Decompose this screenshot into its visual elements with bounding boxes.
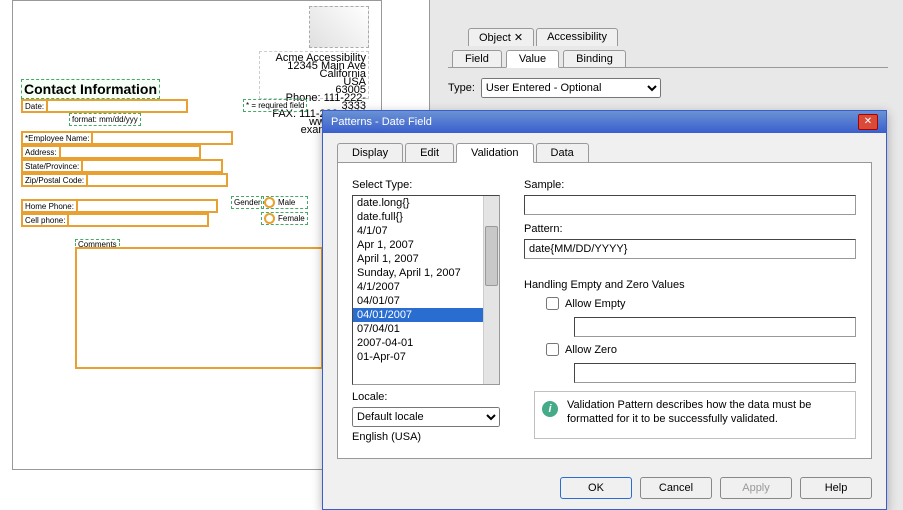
state-label: State/Province: bbox=[21, 159, 83, 173]
dialog-title: Patterns - Date Field bbox=[331, 116, 432, 128]
sample-input[interactable] bbox=[524, 195, 856, 215]
close-icon[interactable]: ✕ bbox=[514, 32, 523, 44]
type-item[interactable]: Sunday, April 1, 2007 bbox=[353, 266, 499, 280]
ok-button[interactable]: OK bbox=[560, 477, 632, 499]
allow-zero-label: Allow Zero bbox=[565, 344, 617, 356]
sample-label: Sample: bbox=[524, 179, 564, 191]
scrollbar-thumb[interactable] bbox=[485, 226, 498, 286]
allow-zero-checkbox[interactable] bbox=[546, 343, 559, 356]
subtab-binding[interactable]: Binding bbox=[563, 50, 626, 67]
tab-display[interactable]: Display bbox=[337, 143, 403, 162]
allow-empty-checkbox[interactable] bbox=[546, 297, 559, 310]
type-item[interactable]: 07/04/01 bbox=[353, 322, 499, 336]
type-item[interactable]: 04/01/2007 bbox=[353, 308, 499, 322]
locale-select[interactable]: Default locale bbox=[352, 407, 500, 427]
homephone-field[interactable] bbox=[78, 199, 218, 213]
contact-heading: Contact Information bbox=[21, 79, 160, 99]
type-select[interactable]: User Entered - Optional bbox=[481, 78, 661, 98]
type-item[interactable]: Apr 1, 2007 bbox=[353, 238, 499, 252]
address-field[interactable] bbox=[61, 145, 201, 159]
pattern-label: Pattern: bbox=[524, 223, 563, 235]
company-info: Acme Accessibility 12345 Main Ave Califo… bbox=[259, 51, 369, 99]
emp-field[interactable] bbox=[93, 131, 233, 145]
locale-resolved: English (USA) bbox=[352, 431, 421, 443]
type-item[interactable]: date.full{} bbox=[353, 210, 499, 224]
tab-accessibility[interactable]: Accessibility bbox=[536, 28, 618, 46]
logo-placeholder bbox=[309, 6, 369, 48]
zip-field[interactable] bbox=[88, 173, 228, 187]
gender-male[interactable]: Male bbox=[261, 196, 308, 209]
pattern-input[interactable] bbox=[524, 239, 856, 259]
type-item[interactable]: 04/01/07 bbox=[353, 294, 499, 308]
cellphone-label: Cell phone: bbox=[21, 213, 69, 227]
date-field[interactable] bbox=[48, 99, 188, 113]
dialog-close-button[interactable]: ✕ bbox=[858, 114, 878, 130]
cellphone-field[interactable] bbox=[69, 213, 209, 227]
type-item[interactable]: date.long{} bbox=[353, 196, 499, 210]
zip-label: Zip/Postal Code: bbox=[21, 173, 88, 187]
allow-zero-input[interactable] bbox=[574, 363, 856, 383]
gender-female[interactable]: Female bbox=[261, 212, 308, 225]
cancel-button[interactable]: Cancel bbox=[640, 477, 712, 499]
select-type-label: Select Type: bbox=[352, 179, 412, 191]
emp-label: *Employee Name: bbox=[21, 131, 93, 145]
type-item[interactable]: April 1, 2007 bbox=[353, 252, 499, 266]
patterns-dialog: Patterns - Date Field ✕ Display Edit Val… bbox=[322, 110, 887, 510]
type-listbox[interactable]: date.long{}date.full{}4/1/07Apr 1, 2007A… bbox=[352, 195, 500, 385]
tab-validation[interactable]: Validation bbox=[456, 143, 534, 163]
tab-data[interactable]: Data bbox=[536, 143, 589, 162]
listbox-scrollbar[interactable] bbox=[483, 196, 499, 384]
apply-button[interactable]: Apply bbox=[720, 477, 792, 499]
tab-edit[interactable]: Edit bbox=[405, 143, 454, 162]
homephone-label: Home Phone: bbox=[21, 199, 78, 213]
help-button[interactable]: Help bbox=[800, 477, 872, 499]
locale-label: Locale: bbox=[352, 391, 387, 403]
type-item[interactable]: 01-Apr-07 bbox=[353, 350, 499, 364]
date-label: Date: bbox=[21, 99, 48, 113]
allow-empty-input[interactable] bbox=[574, 317, 856, 337]
state-field[interactable] bbox=[83, 159, 223, 173]
allow-empty-label: Allow Empty bbox=[565, 298, 626, 310]
address-label: Address: bbox=[21, 145, 61, 159]
date-format-hint: format: mm/dd/yyy bbox=[69, 113, 141, 126]
type-label: Type: bbox=[448, 82, 475, 94]
info-text: Validation Pattern describes how the dat… bbox=[534, 391, 856, 439]
tab-object[interactable]: Object ✕ bbox=[468, 28, 534, 46]
type-item[interactable]: 2007-04-01 bbox=[353, 336, 499, 350]
type-item[interactable]: 4/1/07 bbox=[353, 224, 499, 238]
subtab-value[interactable]: Value bbox=[506, 50, 559, 68]
handling-label: Handling Empty and Zero Values bbox=[524, 279, 685, 291]
gender-label: Gender bbox=[231, 196, 264, 209]
type-item[interactable]: 4/1/2007 bbox=[353, 280, 499, 294]
required-note: * = required field bbox=[243, 99, 307, 112]
comments-field[interactable] bbox=[75, 247, 323, 369]
subtab-field[interactable]: Field bbox=[452, 50, 502, 67]
